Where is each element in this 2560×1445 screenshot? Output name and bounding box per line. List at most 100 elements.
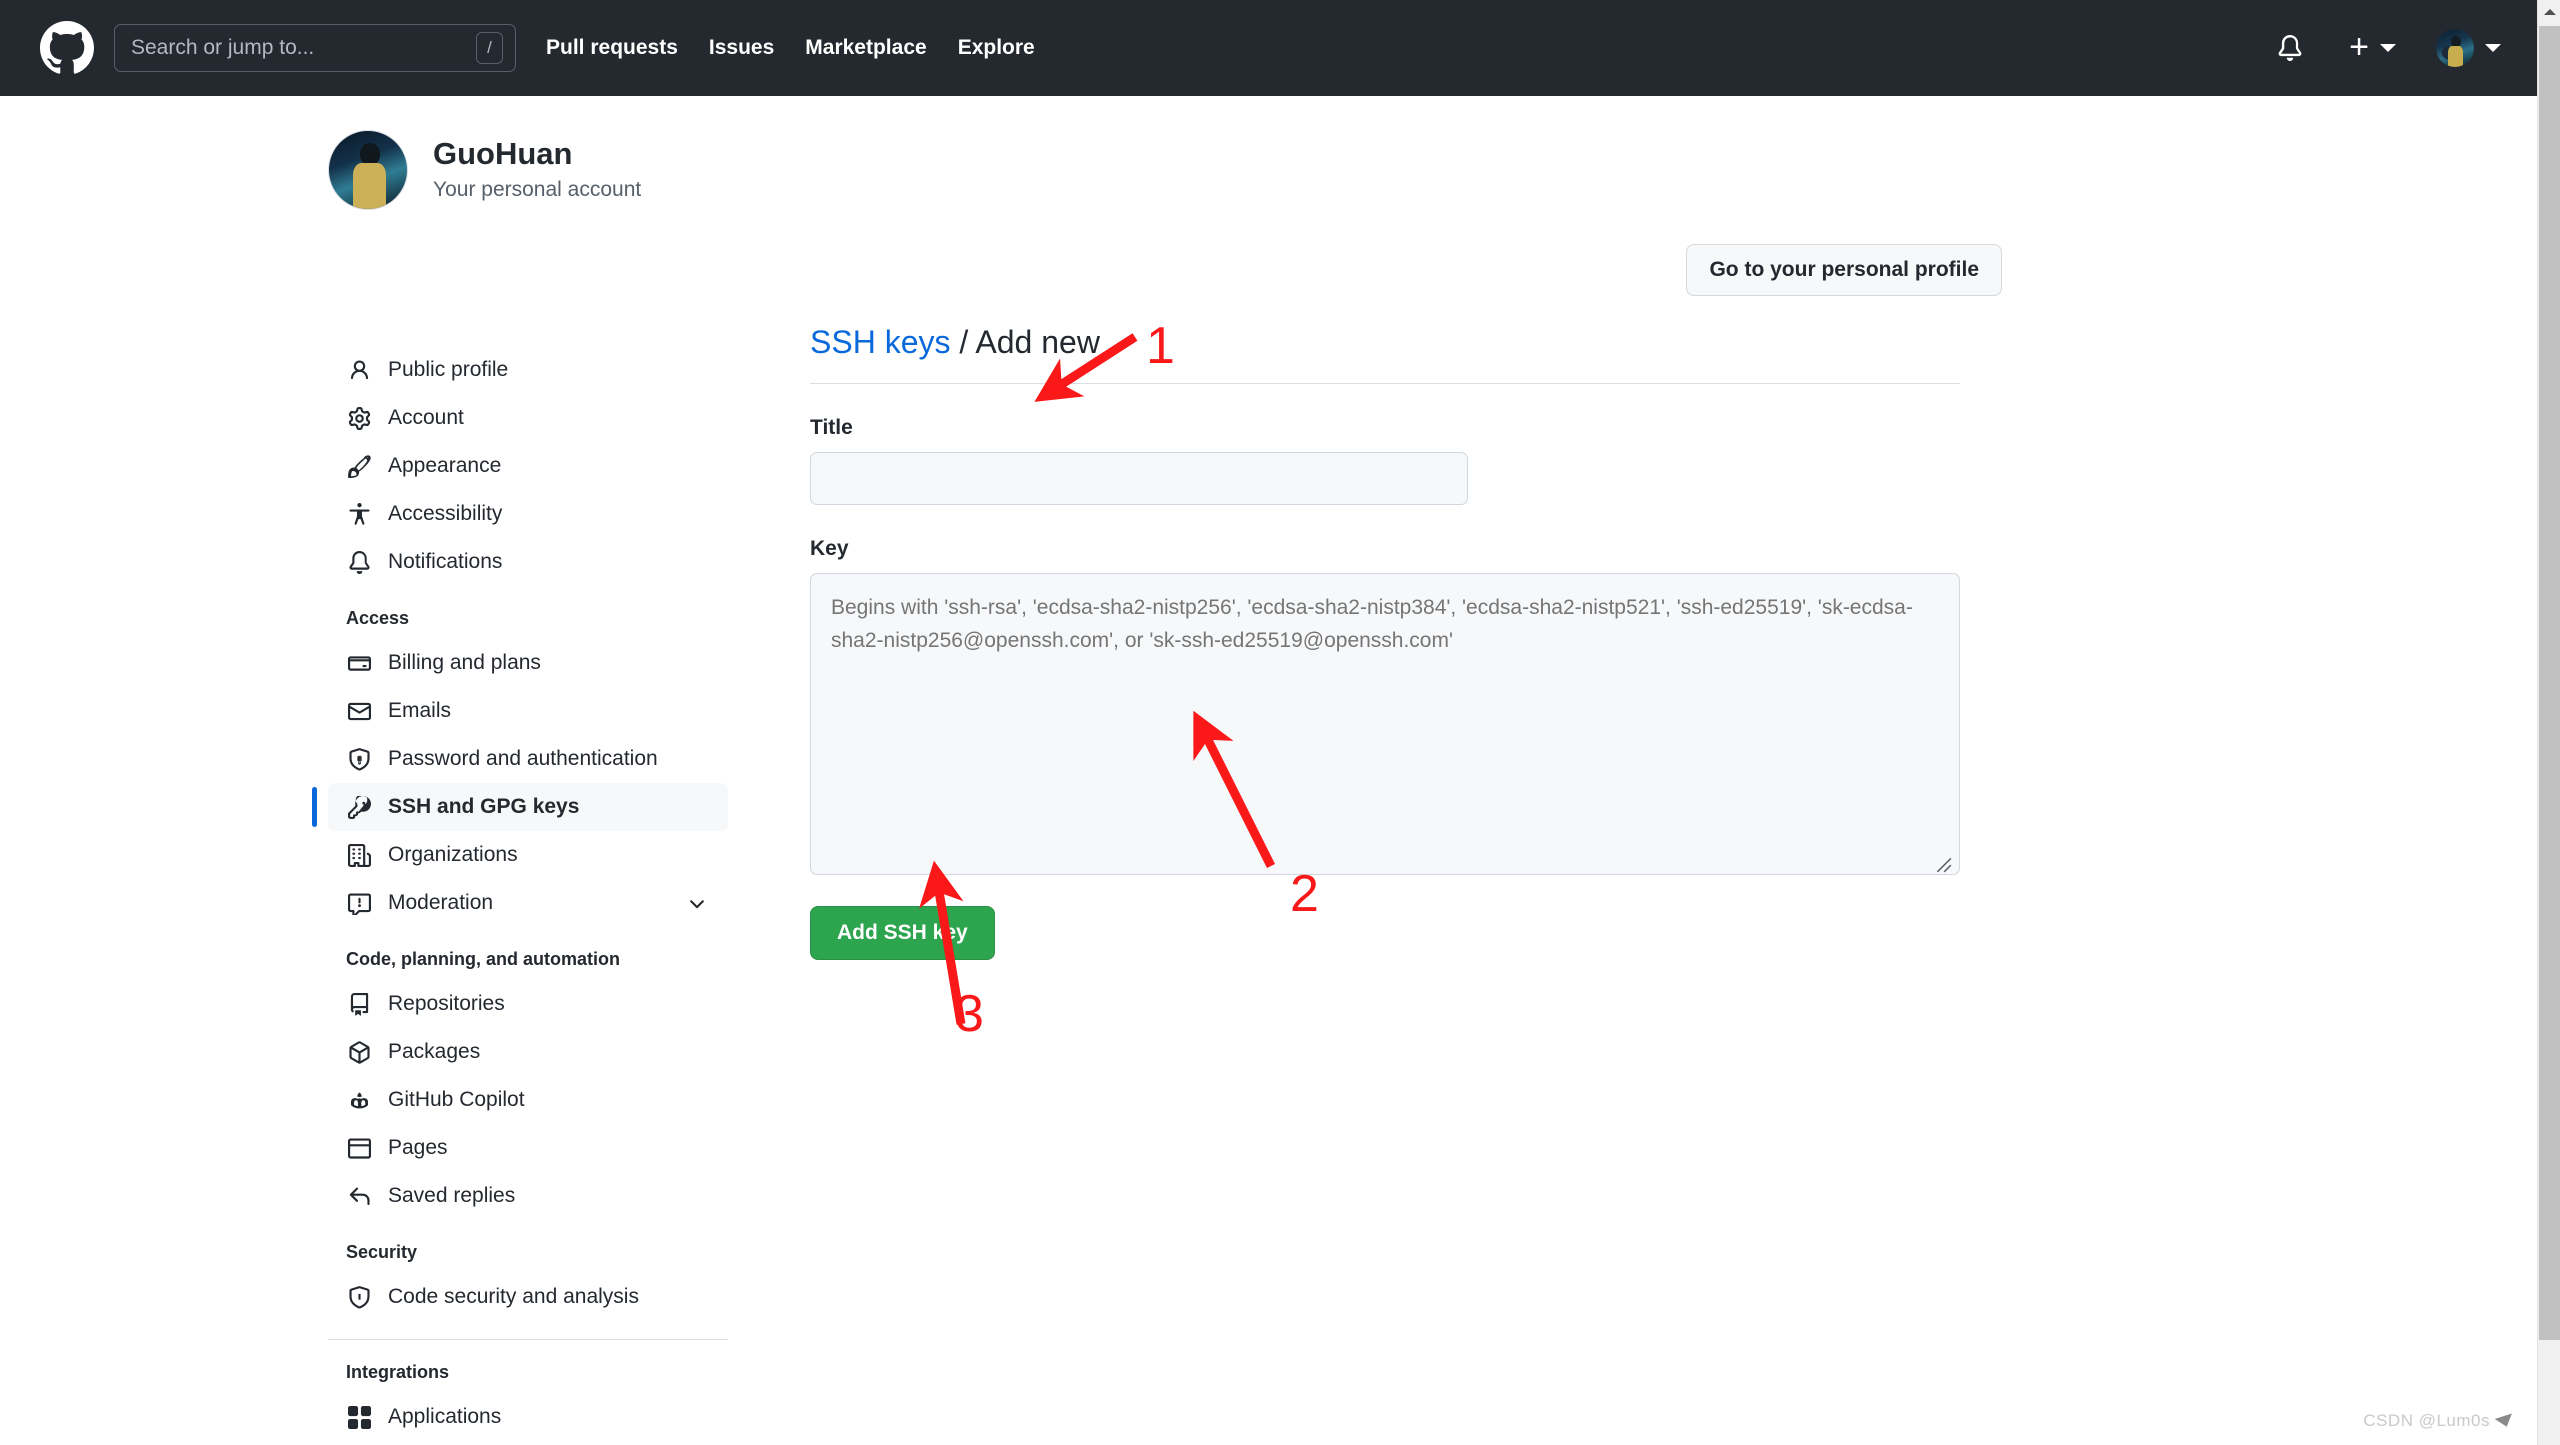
paintbrush-icon <box>346 454 372 478</box>
sidebar-group-title-security: Security <box>346 1242 418 1262</box>
page-title: GuoHuan <box>433 136 573 172</box>
title-field-label: Title <box>810 416 853 439</box>
sidebar-item-label: Accessibility <box>388 502 503 525</box>
mail-icon <box>346 700 372 723</box>
bell-icon <box>346 550 372 574</box>
sidebar-item-notifications[interactable]: Notifications <box>328 538 728 586</box>
sidebar-item-moderation[interactable]: Moderation <box>328 879 728 927</box>
search-input[interactable]: Search or jump to... / <box>114 24 516 72</box>
header-right-actions: + <box>2277 29 2511 67</box>
plus-icon: + <box>2349 27 2369 66</box>
search-shortcut-key: / <box>476 32 503 64</box>
account-summary: GuoHuan Your personal account <box>328 96 2208 210</box>
primary-nav: Pull requests Issues Marketplace Explore <box>546 36 1035 60</box>
shield-lock-icon <box>346 747 372 771</box>
global-header: Search or jump to... / Pull requests Iss… <box>0 0 2537 96</box>
key-textarea[interactable] <box>810 573 1960 875</box>
sidebar-divider <box>328 1339 728 1340</box>
organization-icon <box>346 843 372 867</box>
sidebar-group-title-integrations: Integrations <box>346 1362 450 1382</box>
sidebar-item-label: Moderation <box>388 891 494 914</box>
scrollbar-thumb[interactable] <box>2539 26 2560 1340</box>
sidebar-item-label: Appearance <box>388 454 502 477</box>
watermark-text: CSDN @Lum0s <box>2363 1411 2490 1430</box>
sidebar-item-label: Code security and analysis <box>388 1285 639 1308</box>
settings-sidebar: Public profile Account Appearance Access… <box>312 346 728 1445</box>
sidebar-item-label: Notifications <box>388 550 503 573</box>
main-content: SSH keys / Add new Title Key Add SSH key <box>810 324 1960 960</box>
sidebar-item-emails[interactable]: Emails <box>328 687 728 735</box>
copilot-icon <box>346 1089 372 1112</box>
github-mark-icon[interactable] <box>40 21 94 75</box>
sidebar-item-label: Repositories <box>388 992 505 1015</box>
profile-header-wrap: GuoHuan Your personal account <box>328 96 2208 210</box>
sidebar-item-accessibility[interactable]: Accessibility <box>328 490 728 538</box>
sidebar-item-pages[interactable]: Pages <box>328 1124 728 1172</box>
avatar <box>328 130 408 210</box>
watermark: CSDN @Lum0s <box>2363 1411 2516 1431</box>
breadcrumb: SSH keys / Add new <box>810 324 1960 384</box>
browser-icon <box>346 1137 372 1160</box>
nav-explore[interactable]: Explore <box>958 36 1035 60</box>
sidebar-item-packages[interactable]: Packages <box>328 1028 728 1076</box>
sidebar-item-label: Billing and plans <box>388 651 541 674</box>
title-input[interactable] <box>810 452 1468 505</box>
sidebar-item-ssh-and-gpg-keys[interactable]: SSH and GPG keys <box>312 783 728 831</box>
caret-up-icon <box>2543 8 2556 15</box>
vertical-scrollbar[interactable] <box>2537 0 2560 1445</box>
sidebar-item-organizations[interactable]: Organizations <box>328 831 728 879</box>
accessibility-icon <box>346 502 372 526</box>
reply-icon <box>346 1185 372 1208</box>
sidebar-item-label: Password and authentication <box>388 747 658 770</box>
account-subtitle: Your personal account <box>433 178 642 202</box>
gear-icon <box>346 406 372 430</box>
search-placeholder: Search or jump to... <box>131 36 315 59</box>
key-textarea-wrap <box>810 573 1960 880</box>
avatar <box>2436 29 2474 67</box>
add-ssh-key-button[interactable]: Add SSH key <box>810 906 995 960</box>
sidebar-item-scheduled-reminders[interactable]: Scheduled reminders <box>328 1441 728 1445</box>
sidebar-item-appearance[interactable]: Appearance <box>328 442 728 490</box>
sidebar-item-account[interactable]: Account <box>328 394 728 442</box>
sidebar-item-label: Account <box>388 406 464 429</box>
sidebar-item-billing-and-plans[interactable]: Billing and plans <box>328 639 728 687</box>
sidebar-item-label: Public profile <box>388 358 509 381</box>
sidebar-item-label: Applications <box>388 1405 502 1428</box>
apps-icon <box>346 1405 372 1429</box>
sidebar-item-label: GitHub Copilot <box>388 1088 525 1111</box>
sidebar-item-saved-replies[interactable]: Saved replies <box>328 1172 728 1220</box>
bell-icon[interactable] <box>2277 35 2303 61</box>
sidebar-group-title-access: Access <box>346 608 410 628</box>
sidebar-item-label: SSH and GPG keys <box>388 795 580 818</box>
breadcrumb-link-ssh-keys[interactable]: SSH keys <box>810 324 950 360</box>
sidebar-item-applications[interactable]: Applications <box>328 1393 728 1441</box>
scrollbar-up-arrow[interactable] <box>2538 0 2560 23</box>
nav-issues[interactable]: Issues <box>709 36 774 60</box>
breadcrumb-separator: / <box>950 324 976 360</box>
sidebar-item-code-security-and-analysis[interactable]: Code security and analysis <box>328 1273 728 1321</box>
repo-icon <box>346 992 372 1016</box>
annotation-number-1: 1 <box>1146 317 1175 375</box>
sidebar-item-public-profile[interactable]: Public profile <box>328 346 728 394</box>
account-menu-button[interactable] <box>2436 29 2501 67</box>
chevron-down-icon <box>2485 44 2501 52</box>
person-icon <box>346 359 372 382</box>
key-icon <box>346 795 372 819</box>
sidebar-item-github-copilot[interactable]: GitHub Copilot <box>328 1076 728 1124</box>
go-to-personal-profile-button[interactable]: Go to your personal profile <box>1686 244 2002 296</box>
annotation-number-2: 2 <box>1290 865 1319 923</box>
nav-pull-requests[interactable]: Pull requests <box>546 36 678 60</box>
credit-card-icon <box>346 652 372 675</box>
chevron-down-icon[interactable] <box>686 892 708 914</box>
sidebar-item-label: Packages <box>388 1040 481 1063</box>
nav-marketplace[interactable]: Marketplace <box>805 36 926 60</box>
sidebar-item-label: Emails <box>388 699 452 722</box>
shield-lock-icon <box>346 1285 372 1309</box>
create-new-button[interactable]: + <box>2349 27 2396 66</box>
package-icon <box>346 1040 372 1064</box>
annotation-number-3: 3 <box>955 985 984 1043</box>
key-field-label: Key <box>810 537 849 560</box>
page-body: GuoHuan Your personal account Go to your… <box>0 96 2537 1445</box>
sidebar-item-repositories[interactable]: Repositories <box>328 980 728 1028</box>
sidebar-item-password-and-authentication[interactable]: Password and authentication <box>328 735 728 783</box>
